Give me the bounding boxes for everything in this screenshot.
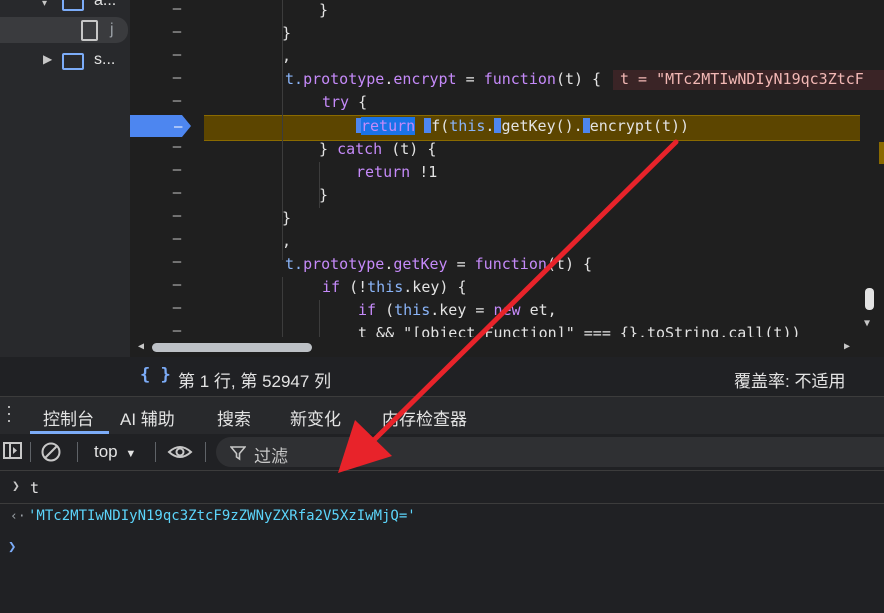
file-tree: ▾ a... j ▶ s... [0,0,130,357]
result-arrow-icon: ‹· [10,509,26,524]
line-gutter-mark[interactable]: – [170,208,184,224]
toolbar-divider [155,442,156,462]
context-label: top [94,442,118,461]
indent-guide [282,277,283,337]
context-selector[interactable]: top ▼ [94,442,136,462]
inline-value: t = "MTc2MTIwNDIyN19qc3ZtcF [620,70,864,88]
indent-guide [319,300,320,340]
breakpoint-marker[interactable]: – [130,115,192,137]
tree-label: j [110,21,114,38]
code-line: if (!this.key) { [322,278,467,296]
code-line: , [282,232,292,250]
filter-input[interactable]: 过滤 [216,437,884,467]
line-gutter-mark[interactable]: – [170,231,184,247]
tab-changes[interactable]: 新变化 [290,405,341,430]
line-gutter-mark[interactable]: – [170,24,184,40]
tree-label: s... [94,51,116,68]
code-line: t.prototype.encrypt = function(t) { [285,70,602,88]
dropdown-arrow-icon: ▼ [125,448,137,460]
coverage-status[interactable]: 覆盖率: 不适用 [734,367,845,392]
cursor-position: 第 1 行, 第 52947 列 [178,372,332,391]
code-line: } [319,186,329,204]
eye-icon[interactable] [167,443,193,461]
scroll-right-arrow-icon[interactable]: ▶ [844,341,850,352]
line-gutter-mark[interactable]: – [170,47,184,63]
folder-icon [62,53,84,70]
tree-label: a... [94,0,117,9]
svg-text:–: – [174,119,183,135]
overview-ruler-mark [879,142,884,164]
pretty-print-icon[interactable]: { } [140,365,171,385]
tab-memory-inspector[interactable]: 内存检查器 [382,405,467,430]
horizontal-scrollbar-thumb[interactable] [152,343,312,352]
prompt-chevron-icon: ❯ [12,479,20,494]
chevron-down-icon: ▾ [42,0,48,9]
line-gutter-mark[interactable]: – [170,70,184,86]
console-output: ❯ t ‹· 'MTc2MTIwNDIyN19qc3ZtcF9zZWNyZXRf… [0,471,884,613]
sidebar-toggle-icon[interactable] [3,442,23,460]
code-line-paused: return f(this. getKey(). encrypt(t)) [356,115,689,138]
line-gutter-mark[interactable]: – [170,277,184,293]
console-toolbar: top ▼ 过滤 [0,434,884,471]
line-gutter-mark[interactable]: – [170,1,184,17]
code-line: } catch (t) { [319,140,437,158]
tab-ai-assistance[interactable]: AI 辅助 [120,405,175,430]
code-line: } [319,1,329,19]
chevron-right-icon: ▶ [43,52,53,66]
line-gutter-mark[interactable]: – [170,185,184,201]
console-entry-result: ‹· 'MTc2MTIwNDIyN19qc3ZtcF9zZWNyZXRfa2V5… [0,504,884,532]
folder-icon [62,0,84,11]
code-line: } [282,24,292,42]
tree-row-folder-a[interactable]: ▾ a... [0,0,128,14]
code-line: , [282,47,292,65]
line-gutter-mark[interactable]: – [170,93,184,109]
toolbar-divider [30,442,31,462]
code-line: } [282,209,292,227]
tree-row-folder-s[interactable]: ▶ s... [0,49,128,73]
line-gutter-mark[interactable]: – [170,254,184,270]
line-gutter-mark[interactable]: – [170,162,184,178]
more-menu-icon[interactable]: · · · [6,397,12,429]
editor-status-bar: { } 第 1 行, 第 52947 列 覆盖率: 不适用 [130,357,884,396]
tab-console[interactable]: 控制台 [43,405,94,430]
clear-console-icon[interactable] [40,441,62,463]
drawer-tab-bar: · · · 控制台 AI 辅助 搜索 新变化 内存检查器 [0,396,884,434]
code-line: t.prototype.getKey = function(t) { [285,255,593,273]
tree-row-file-selected[interactable]: j [0,17,128,43]
line-gutter-mark[interactable]: – [170,139,184,155]
toolbar-divider [205,442,206,462]
scroll-down-arrow-icon[interactable]: ▼ [864,318,870,329]
code-line: try { [322,93,368,111]
filter-icon [230,446,246,461]
scroll-left-arrow-icon[interactable]: ◀ [138,341,144,352]
console-prompt-icon[interactable]: ❯ [8,539,16,555]
code-line: return !1 [356,163,438,181]
console-result-string[interactable]: 'MTc2MTIwNDIyN19qc3ZtcF9zZWNyZXRfa2V5XzI… [28,508,416,524]
console-command: t [30,479,40,497]
code-line: if (this.key = new et, [358,301,557,319]
tab-search[interactable]: 搜索 [217,405,251,430]
source-editor[interactable]: – – – – – – – – – – – – – – – } } , t.pr… [130,0,884,357]
vertical-scrollbar-thumb[interactable] [865,288,874,310]
console-entry-input: ❯ t [0,475,884,504]
step-marker [582,118,590,133]
toolbar-divider [77,442,78,462]
line-gutter-mark[interactable]: – [170,300,184,316]
filter-placeholder: 过滤 [254,447,288,466]
file-icon [81,20,98,41]
horizontal-scrollbar[interactable]: ◀ ▶ [130,337,884,357]
